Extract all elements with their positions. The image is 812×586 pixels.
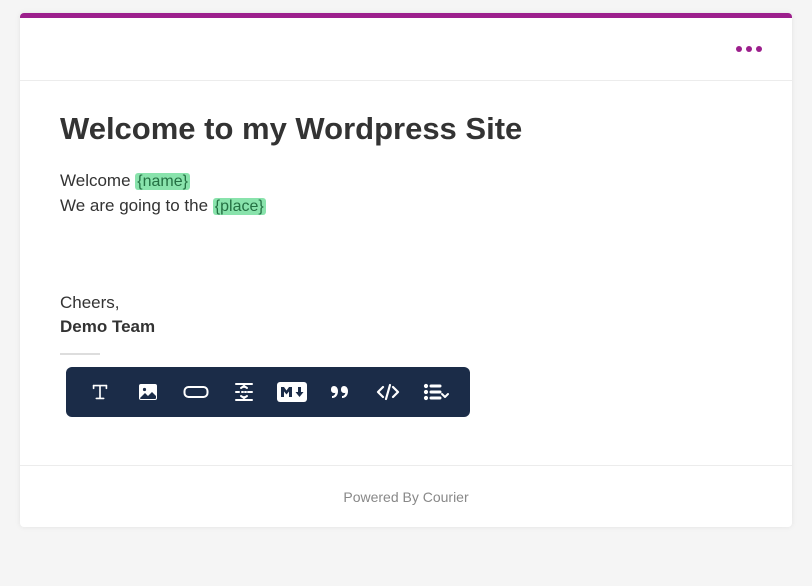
more-dots-icon: [756, 46, 762, 52]
email-signature[interactable]: Cheers, Demo Team: [60, 291, 752, 339]
body-text: Welcome: [60, 171, 135, 190]
email-title[interactable]: Welcome to my Wordpress Site: [60, 111, 752, 147]
markdown-icon: [277, 382, 307, 402]
code-block-button[interactable]: [364, 375, 412, 409]
body-text: We are going to the: [60, 196, 213, 215]
body-line-1[interactable]: Welcome {name}: [60, 169, 752, 194]
card-header: [20, 18, 792, 81]
powered-by-text: Powered By Courier: [343, 489, 468, 505]
code-icon: [375, 380, 401, 404]
card-body: Welcome to my Wordpress Site Welcome {na…: [20, 81, 792, 441]
more-dots-icon: [746, 46, 752, 52]
text-icon: [89, 381, 111, 403]
quote-icon: [328, 380, 352, 404]
more-dots-icon: [736, 46, 742, 52]
image-icon: [136, 380, 160, 404]
body-line-2[interactable]: We are going to the {place}: [60, 194, 752, 219]
image-block-button[interactable]: [124, 375, 172, 409]
button-icon: [183, 385, 209, 399]
signature-closing: Cheers,: [60, 291, 752, 315]
merge-variable-name[interactable]: {name}: [135, 173, 190, 190]
merge-variable-place[interactable]: {place}: [213, 198, 266, 215]
card-footer: Powered By Courier: [20, 465, 792, 527]
list-icon: [422, 380, 450, 404]
quote-block-button[interactable]: [316, 375, 364, 409]
text-block-button[interactable]: [76, 375, 124, 409]
divider-icon: [232, 380, 256, 404]
block-toolbar: [66, 367, 470, 417]
divider-block-button[interactable]: [220, 375, 268, 409]
editor-card: Welcome to my Wordpress Site Welcome {na…: [20, 13, 792, 527]
list-block-button[interactable]: [412, 375, 460, 409]
more-options-button[interactable]: [736, 46, 762, 52]
button-block-button[interactable]: [172, 375, 220, 409]
signature-divider: [60, 353, 100, 355]
signature-team: Demo Team: [60, 317, 155, 336]
markdown-block-button[interactable]: [268, 375, 316, 409]
